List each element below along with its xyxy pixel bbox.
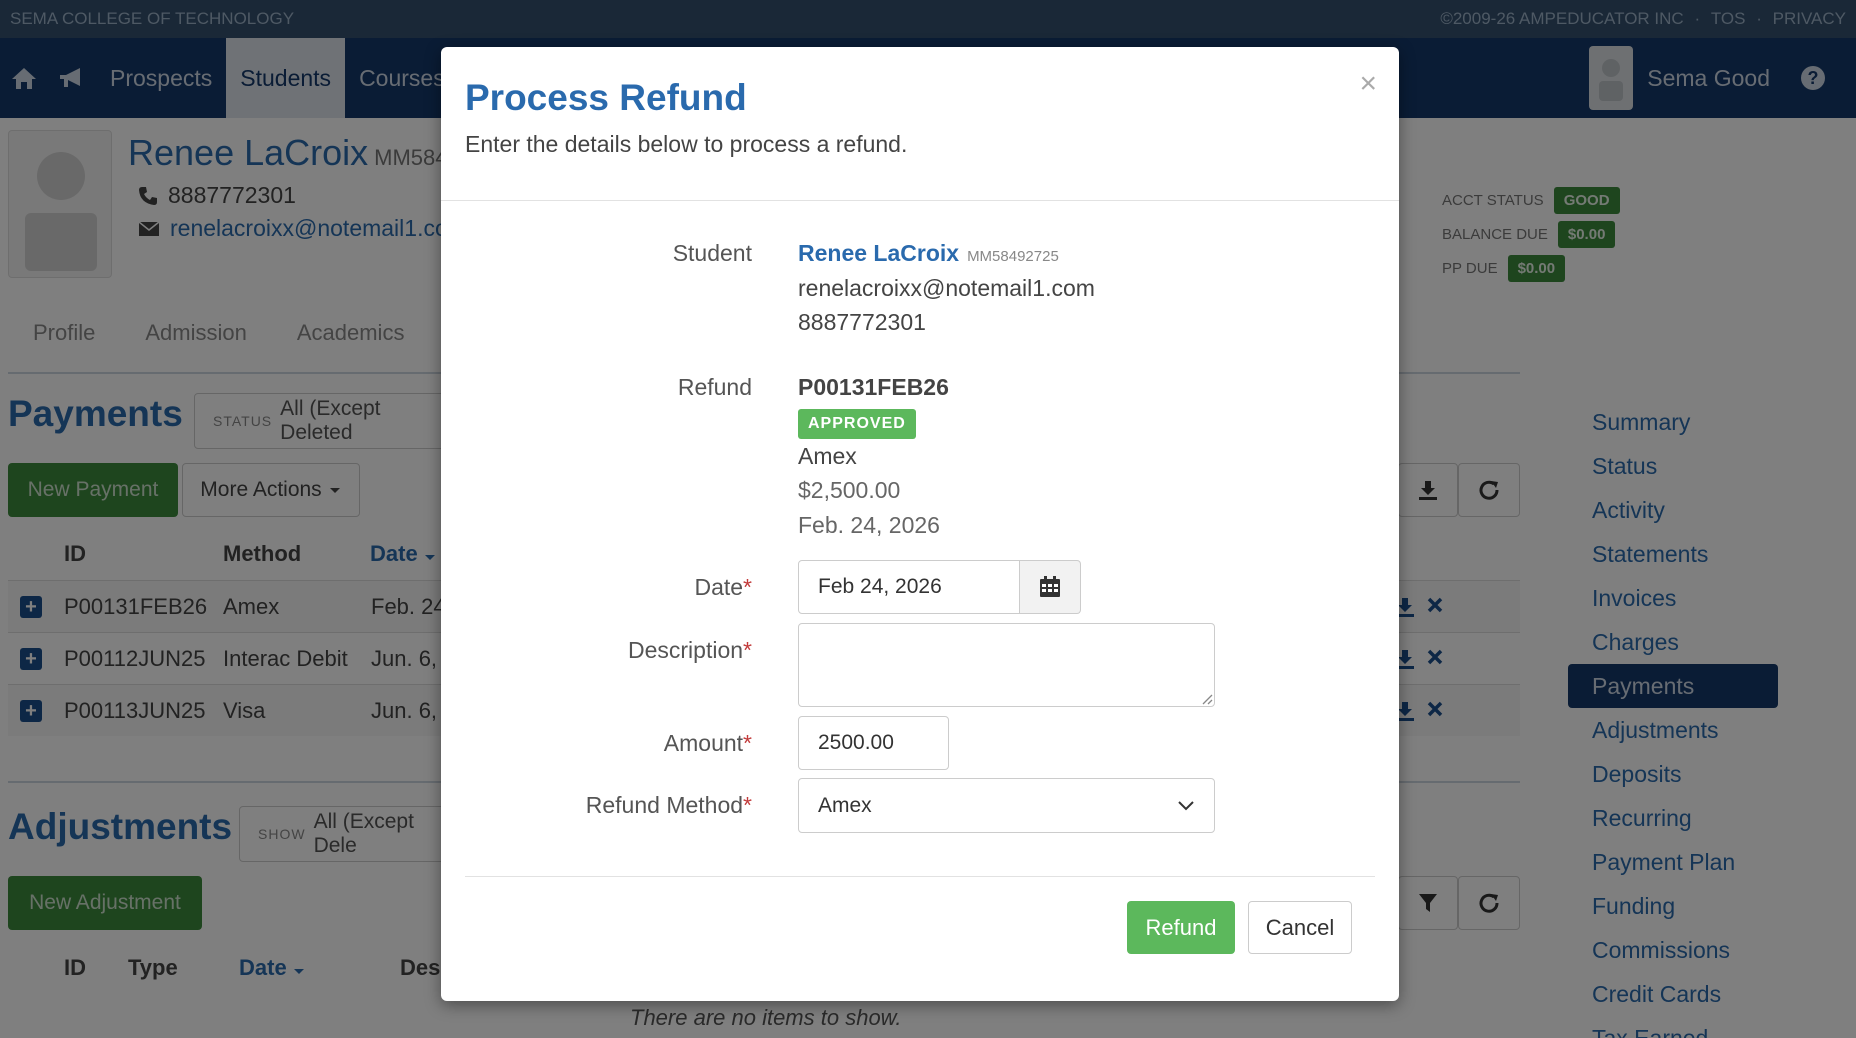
student-link[interactable]: Renee LaCroix (798, 240, 959, 266)
date-input[interactable]: Feb 24, 2026 (798, 560, 1020, 614)
date-label: Date* (694, 574, 752, 600)
calendar-icon (1040, 576, 1060, 597)
description-label: Description* (628, 637, 752, 663)
refund-label: Refund (677, 374, 752, 400)
modal-title: Process Refund (465, 77, 747, 118)
refund-method-select[interactable]: Amex (798, 778, 1215, 833)
refund-button[interactable]: Refund (1127, 901, 1235, 954)
student-info: Renee LaCroix MM58492725 (798, 240, 1059, 267)
chevron-down-icon (1178, 800, 1194, 810)
process-refund-modal: × Process Refund Enter the details below… (441, 47, 1399, 1001)
description-input[interactable] (798, 623, 1215, 707)
amount-label: Amount* (663, 730, 752, 756)
cancel-button[interactable]: Cancel (1248, 901, 1352, 954)
resize-grip-icon[interactable] (1201, 693, 1213, 705)
divider (465, 876, 1375, 877)
divider (441, 200, 1399, 201)
student-id: MM58492725 (967, 248, 1059, 265)
refund-date: Feb. 24, 2026 (798, 512, 940, 538)
student-label: Student (672, 240, 752, 266)
close-icon[interactable]: × (1359, 67, 1377, 101)
refund-amount: $2,500.00 (798, 477, 901, 503)
amount-input[interactable]: 2500.00 (798, 716, 949, 770)
refund-method: Amex (798, 443, 857, 469)
status-badge: APPROVED (798, 409, 916, 439)
modal-subtitle: Enter the details below to process a ref… (465, 131, 908, 157)
refund-method-label: Refund Method* (585, 792, 752, 818)
refund-status: APPROVED (798, 407, 916, 439)
refund-id: P00131FEB26 (798, 374, 949, 400)
calendar-button[interactable] (1020, 560, 1081, 614)
student-email: renelacroixx@notemail1.com (798, 275, 1095, 301)
student-phone: 8887772301 (798, 309, 926, 335)
